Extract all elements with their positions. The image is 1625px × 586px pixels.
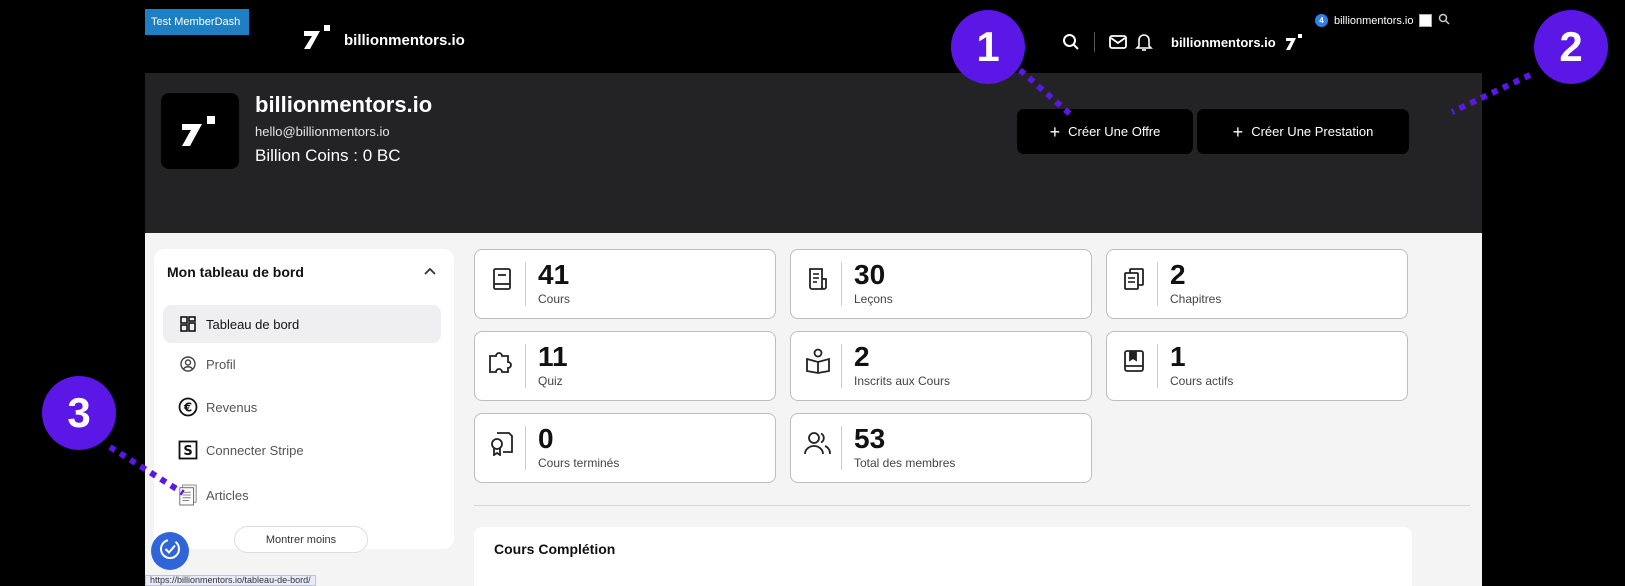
callout-1: 1 [951, 10, 1025, 84]
callout-2-connector [1450, 72, 1532, 115]
callout-2: 2 [1534, 10, 1608, 84]
callout-3-connector [108, 444, 185, 496]
callout-3: 3 [42, 376, 116, 450]
callout-1-connector [1018, 67, 1072, 117]
callout-connectors [108, 67, 1532, 496]
